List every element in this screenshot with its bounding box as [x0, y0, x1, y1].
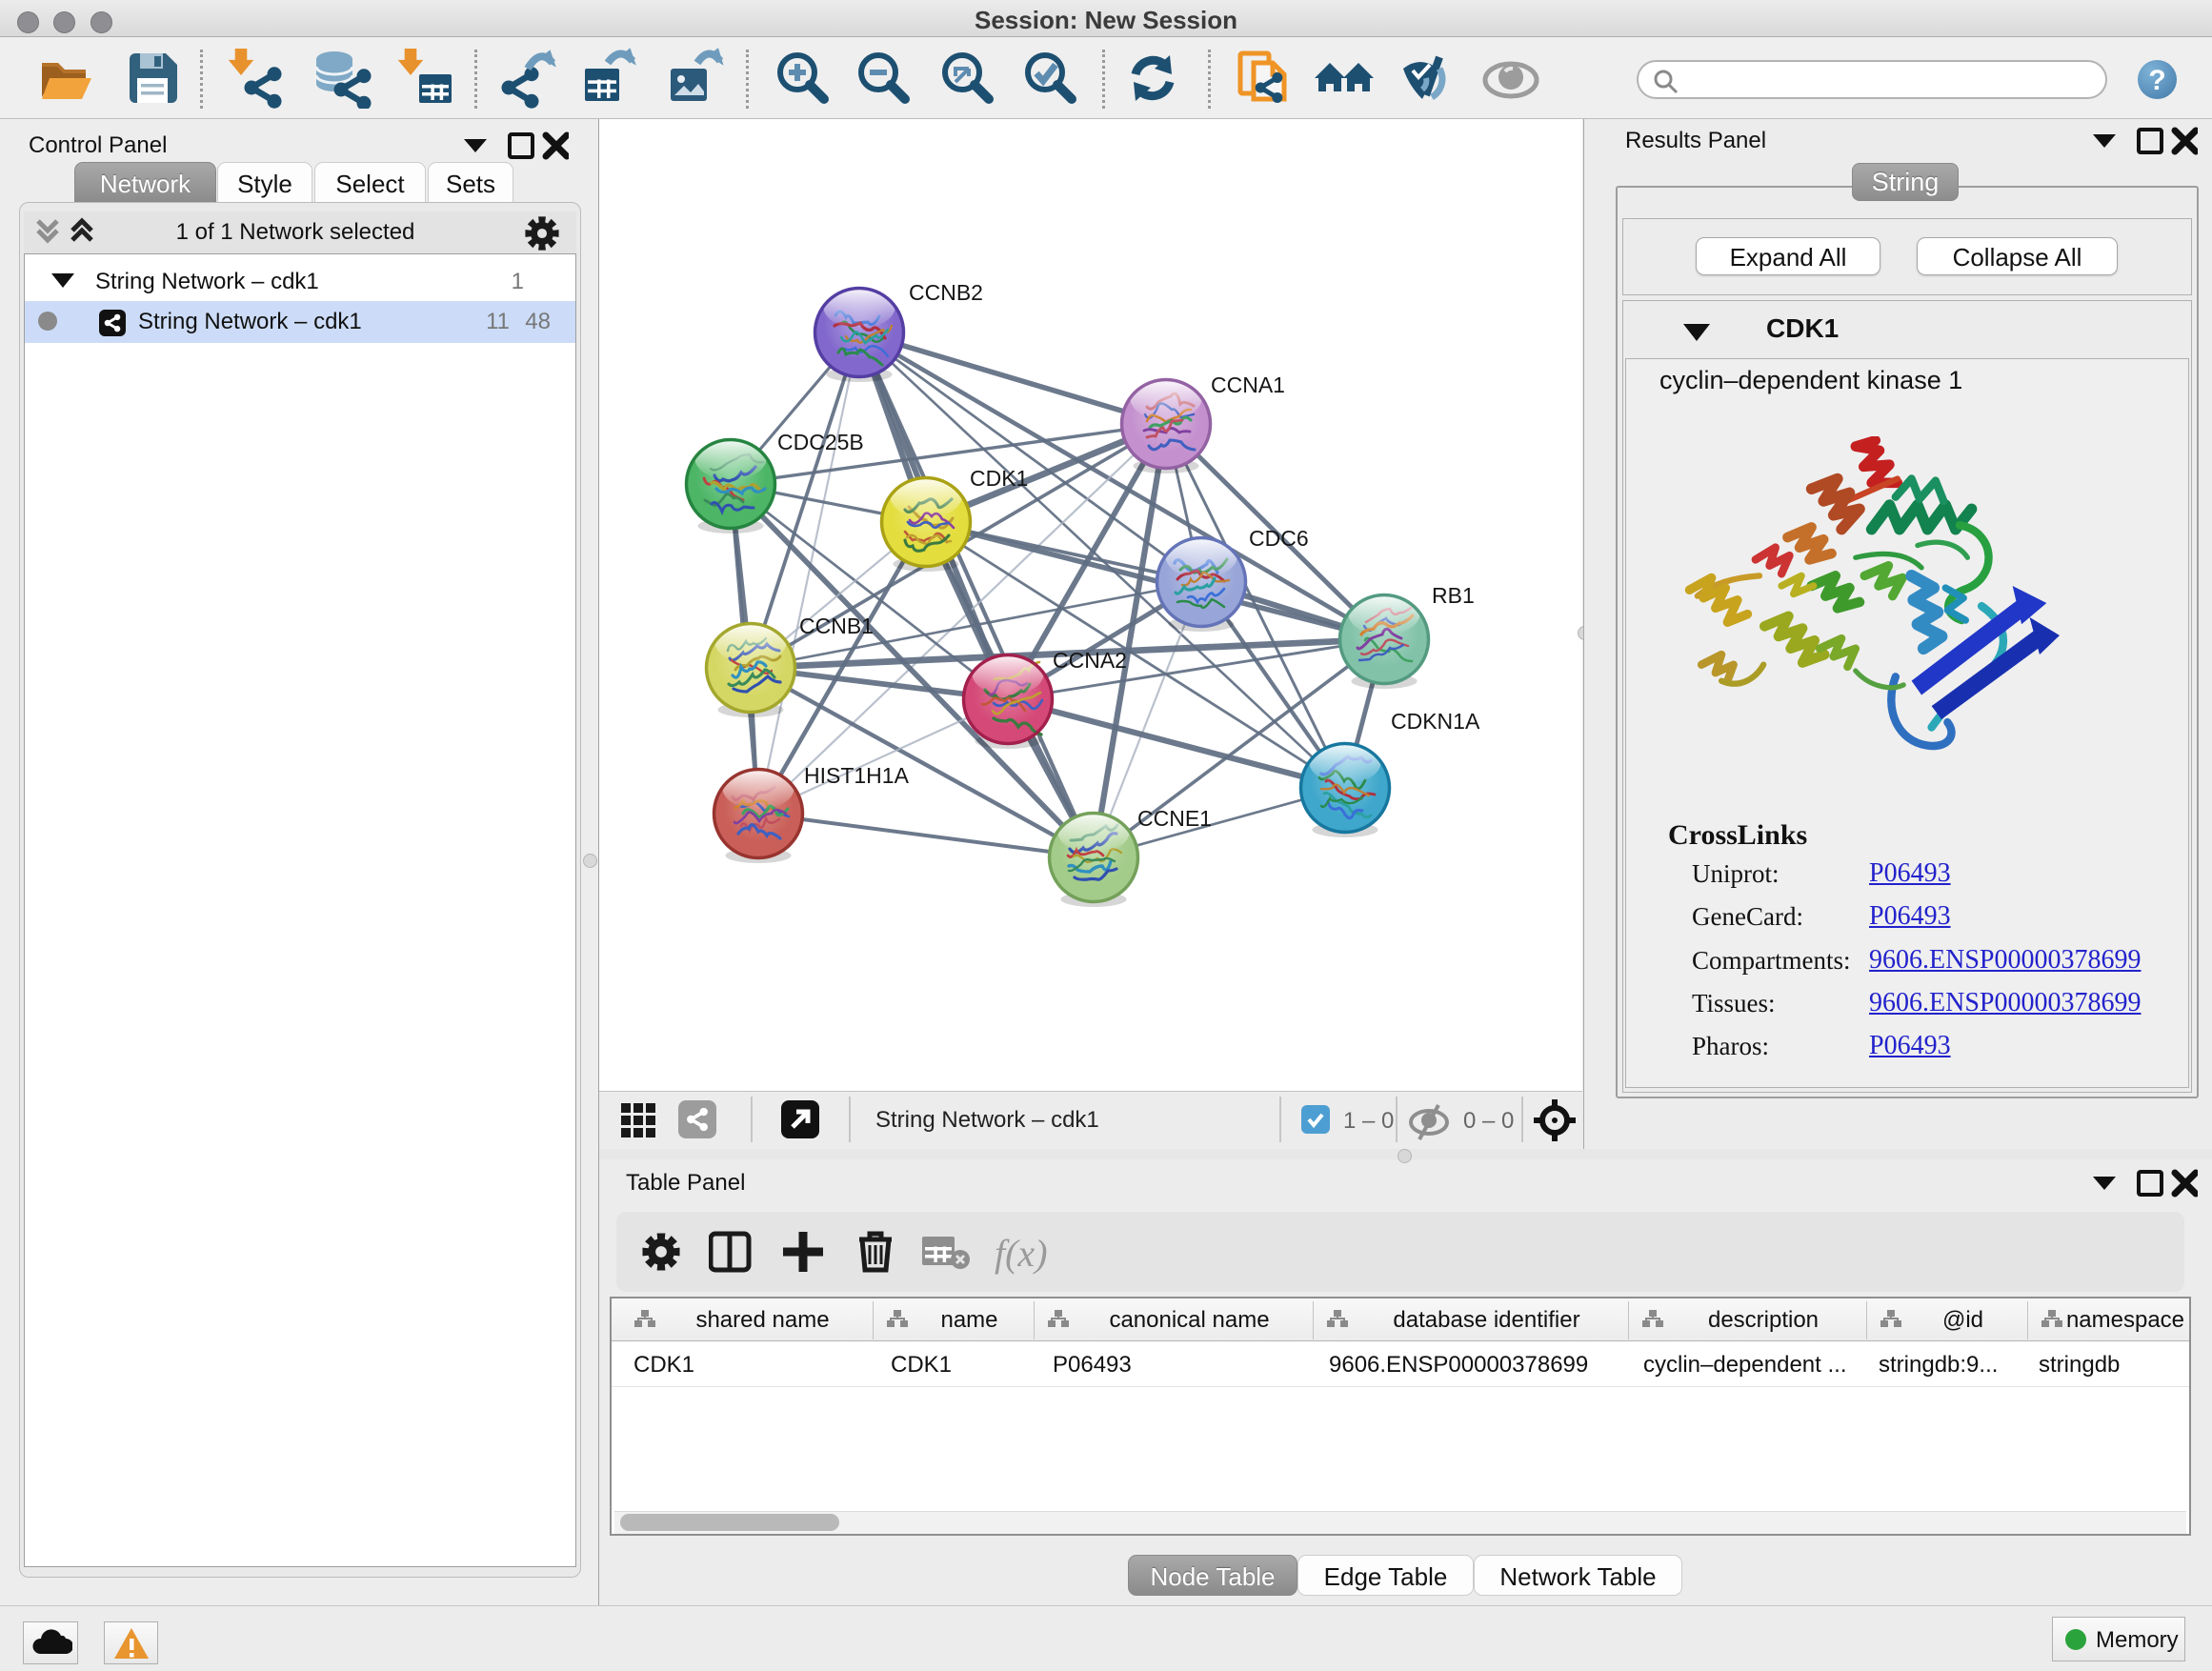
svg-text:CCNA2: CCNA2 [1053, 648, 1127, 673]
svg-text:CCNA1: CCNA1 [1211, 372, 1285, 397]
svg-text:CCNE1: CCNE1 [1137, 806, 1212, 831]
svg-text:CDC25B: CDC25B [777, 430, 864, 454]
svg-text:RB1: RB1 [1432, 583, 1475, 608]
svg-text:CCNB1: CCNB1 [799, 614, 874, 638]
svg-text:CDC6: CDC6 [1249, 526, 1309, 551]
svg-text:CDKN1A: CDKN1A [1391, 709, 1480, 734]
svg-text:CCNB2: CCNB2 [909, 280, 983, 305]
svg-text:CDK1: CDK1 [970, 466, 1028, 491]
svg-text:HIST1H1A: HIST1H1A [804, 763, 910, 788]
